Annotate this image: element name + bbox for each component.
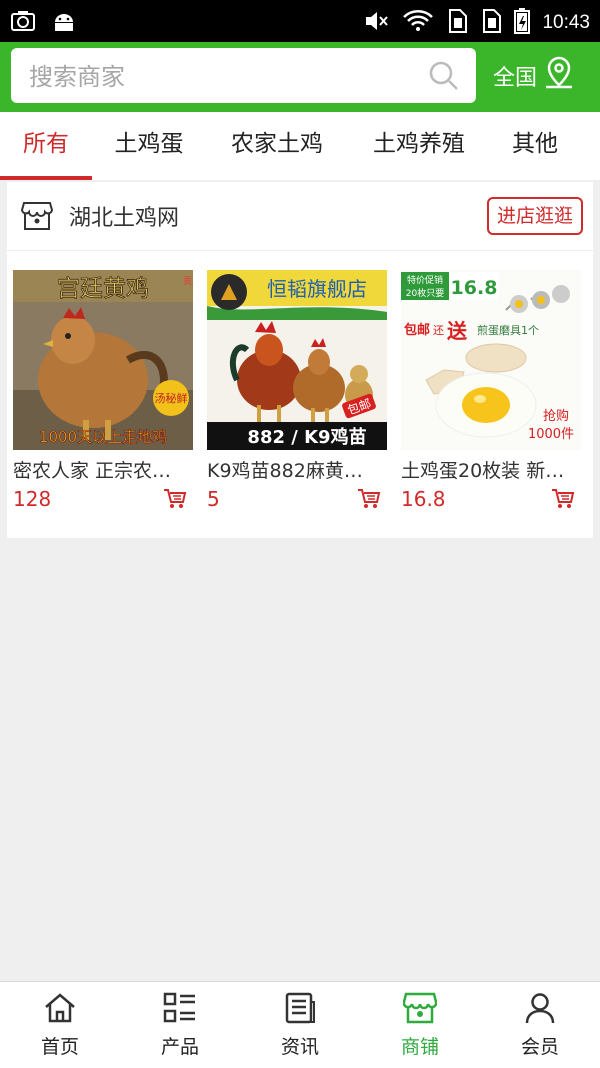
image-bottom-text: 1000天以上走地鸡 [39,428,167,446]
search-input[interactable] [27,48,411,105]
product-card[interactable]: 恒韬旗舰店 包邮 882 / K9鸡苗 K9鸡苗882麻黄… 5 [207,270,387,511]
nav-label: 产品 [160,1035,199,1058]
image-promo-text-1: 特价促销 [407,274,443,286]
tab-other[interactable]: 其他 [490,112,580,180]
search-box[interactable] [11,48,476,105]
image-rush-text-1: 抢购 [543,408,569,424]
battery-icon [514,8,531,38]
cart-icon[interactable] [357,488,381,514]
image-bottom-text: 882 / K9鸡苗 [247,426,366,448]
home-icon [43,992,77,1028]
cart-icon[interactable] [163,488,187,514]
product-image[interactable]: 恒韬旗舰店 包邮 882 / K9鸡苗 [207,270,387,450]
nav-home[interactable]: 首页 [0,982,120,1068]
image-gift-text-3: 送 [447,319,468,343]
tab-chicken-farming[interactable]: 土鸡养殖 [348,112,490,180]
clock-time: 10:43 [542,12,590,33]
tab-eggs[interactable]: 土鸡蛋 [92,112,206,180]
tab-farm-chicken[interactable]: 农家土鸡 [206,112,348,180]
image-rush-text-2: 1000件 [528,427,574,442]
image-price-text: 16.8 [451,277,498,299]
product-name[interactable]: 密农人家 正宗农… [13,456,193,483]
image-side-text: 贡品 [183,276,193,287]
location-pin-icon [543,56,575,96]
shop-icon [20,201,54,235]
nav-label: 首页 [40,1035,79,1058]
product-image[interactable]: 特价促销 20枚只要 16.8 包邮 还 送 煎蛋磨具1个 抢购 1000件 [401,270,581,450]
tab-all[interactable]: 所有 [0,112,92,180]
status-bar: 10:43 [0,0,600,42]
member-icon [523,992,557,1028]
nav-stores[interactable]: 商铺 [360,982,480,1068]
nav-products[interactable]: 产品 [120,982,240,1068]
cart-icon[interactable] [551,488,575,514]
image-promo-text-2: 20枚只要 [406,287,444,299]
store-icon [402,992,438,1028]
product-name[interactable]: 土鸡蛋20枚装 新… [401,456,581,483]
nav-label: 资讯 [280,1035,319,1058]
image-gift-text-2: 还 [433,324,444,337]
wifi-icon [402,9,434,37]
image-badge-text: 汤秘鲜 [155,391,188,405]
header-bar: 全国 [0,42,600,112]
android-icon [52,9,76,37]
image-title-text: 宫廷黄鸡 [57,276,149,302]
product-name[interactable]: K9鸡苗882麻黄… [207,456,387,483]
category-tabs: 所有 土鸡蛋 农家土鸡 土鸡养殖 其他 [0,112,600,180]
camera-icon [10,9,36,37]
product-image[interactable]: 宫廷黄鸡 贡品 汤秘鲜 1000天以上走地鸡 [13,270,193,450]
shop-header[interactable]: 湖北土鸡网 进店逛逛 [7,182,593,251]
shop-card: 湖北土鸡网 进店逛逛 宫廷黄鸡 贡品 汤秘鲜 1000天以上走地鸡 [7,182,593,538]
nav-news[interactable]: 资讯 [240,982,360,1068]
sim2-icon [480,8,502,38]
region-label: 全国 [493,66,538,91]
sim1-icon [446,8,468,38]
shop-name: 湖北土鸡网 [69,206,180,231]
nav-member[interactable]: 会员 [480,982,600,1068]
image-gift-text-4: 煎蛋磨具1个 [477,323,539,337]
mute-icon [364,9,390,37]
region-selector[interactable]: 全国 [493,56,575,96]
product-card[interactable]: 特价促销 20枚只要 16.8 包邮 还 送 煎蛋磨具1个 抢购 1000件 土… [401,270,581,511]
nav-label: 商铺 [400,1035,439,1058]
nav-label: 会员 [520,1035,559,1058]
image-gift-text-1: 包邮 [404,322,430,338]
bottom-nav: 首页 产品 资讯 商铺 会员 [0,981,600,1068]
search-icon[interactable] [428,60,460,96]
image-title-text: 恒韬旗舰店 [267,277,367,301]
visit-shop-button[interactable]: 进店逛逛 [486,197,583,235]
news-icon [283,992,317,1028]
product-card[interactable]: 宫廷黄鸡 贡品 汤秘鲜 1000天以上走地鸡 密农人家 正宗农… 128 [13,270,193,511]
product-list-icon [163,992,197,1028]
